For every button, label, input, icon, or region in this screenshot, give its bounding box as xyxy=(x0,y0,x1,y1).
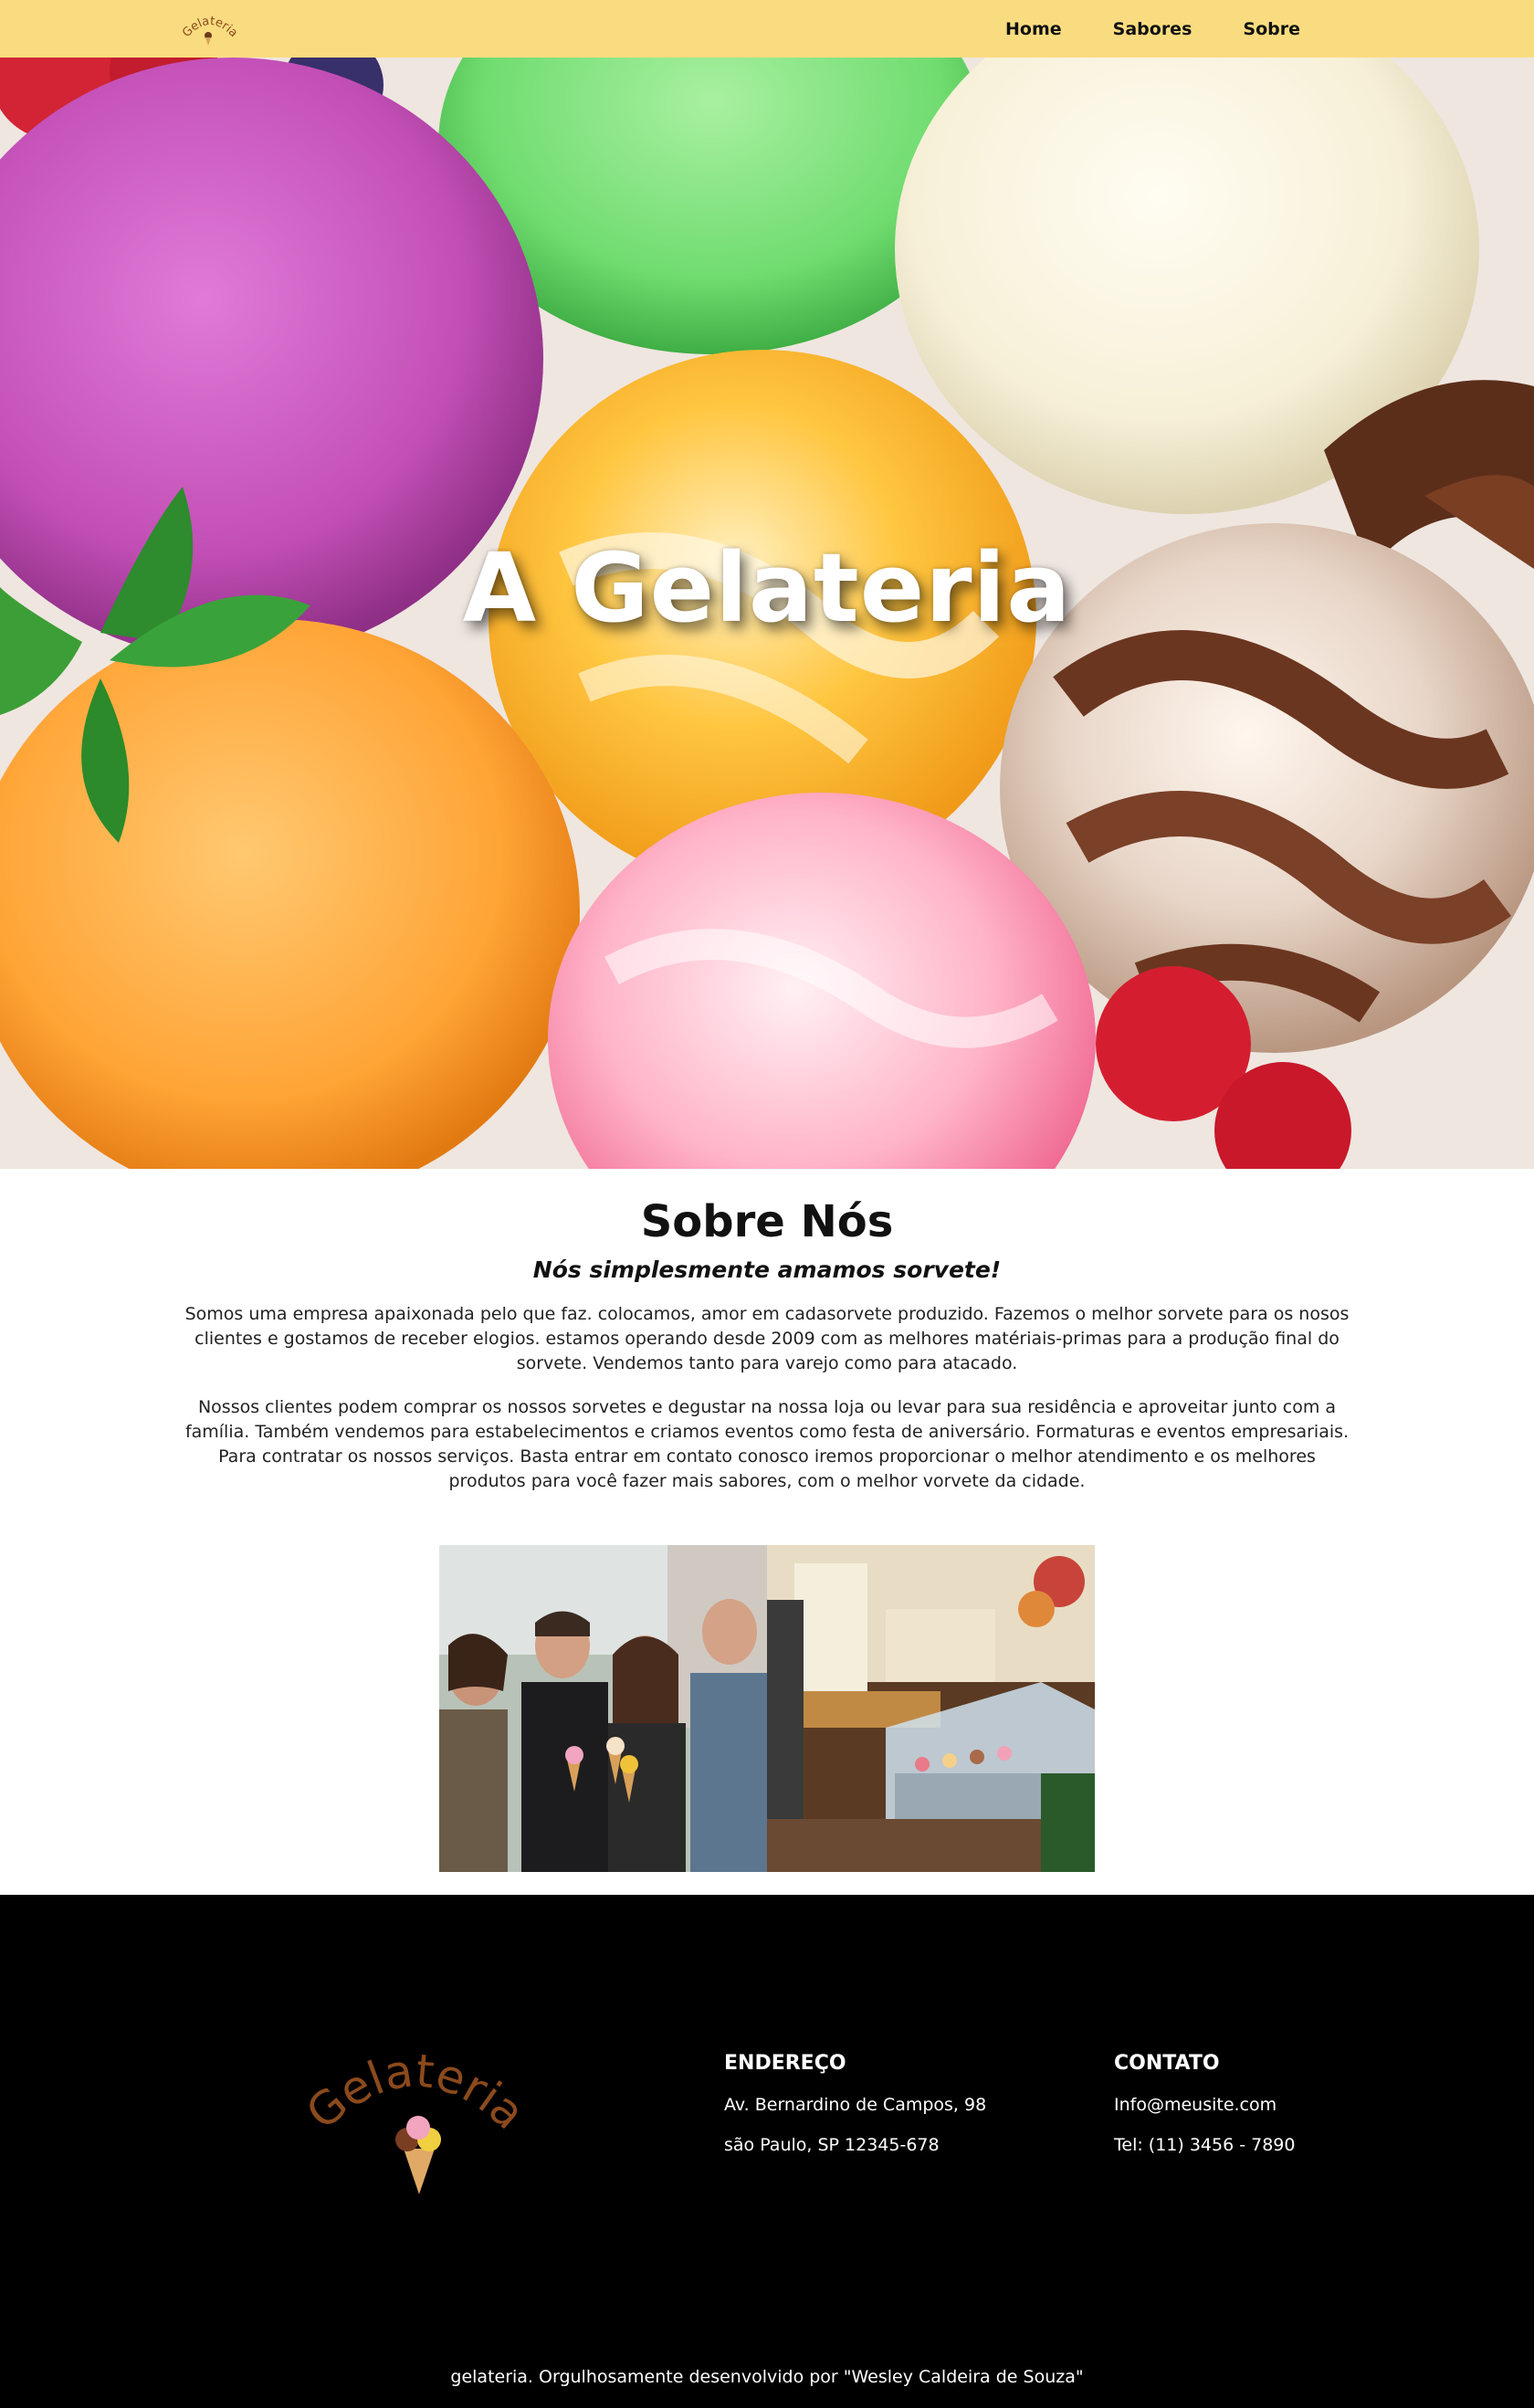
nav-flavors-link[interactable]: Sabores xyxy=(1113,19,1193,39)
about-subtitle: Nós simplesmente amamos sorvete! xyxy=(532,1257,1002,1283)
ice-cream-cone-icon xyxy=(395,2116,441,2194)
footer-copyright: gelateria. Orgulhosamente desenvolvido p… xyxy=(450,2367,1084,2387)
about-photos xyxy=(439,1545,1095,1872)
nav-about-link[interactable]: Sobre xyxy=(1243,19,1300,39)
nav-links: Home Sabores Sobre xyxy=(1005,0,1300,58)
about-section: Sobre Nós Nós simplesmente amamos sorvet… xyxy=(0,1169,1534,1895)
about-title: Sobre Nós xyxy=(640,1196,894,1247)
hero-title: A Gelateria xyxy=(462,532,1072,644)
ice-cream-shop-photo xyxy=(767,1545,1095,1872)
top-navbar: Gelateria Home Sabores Sobre xyxy=(0,0,1534,58)
nav-logo[interactable]: Gelateria xyxy=(180,9,240,49)
address-line-2: são Paulo, SP 12345-678 xyxy=(724,2135,940,2155)
contact-phone: Tel: (11) 3456 - 7890 xyxy=(1114,2135,1296,2155)
hero-banner: A Gelateria xyxy=(0,58,1534,1169)
footer-logo[interactable]: Gelateria xyxy=(297,2032,535,2214)
contact-title: CONTATO xyxy=(1114,2052,1220,2075)
about-paragraph-2: Nossos clientes podem comprar os nossos … xyxy=(184,1397,1350,1491)
footer-contact-column: CONTATO Info@meusite.com Tel: (11) 3456 … xyxy=(1114,2052,1295,2175)
friends-eating-ice-cream-photo xyxy=(439,1545,767,1872)
contact-email[interactable]: Info@meusite.com xyxy=(1114,2095,1295,2115)
address-line-1: Av. Bernardino de Campos, 98 xyxy=(724,2095,987,2115)
footer: Gelateria ENDEREÇO Av. Bernardino de Cam… xyxy=(0,1895,1534,2408)
nav-home-link[interactable]: Home xyxy=(1005,19,1062,39)
address-title: ENDEREÇO xyxy=(724,2052,846,2075)
footer-address-column: ENDEREÇO Av. Bernardino de Campos, 98 sã… xyxy=(724,2052,986,2175)
about-paragraph-1: Somos uma empresa apaixonada pelo que fa… xyxy=(184,1304,1350,1373)
